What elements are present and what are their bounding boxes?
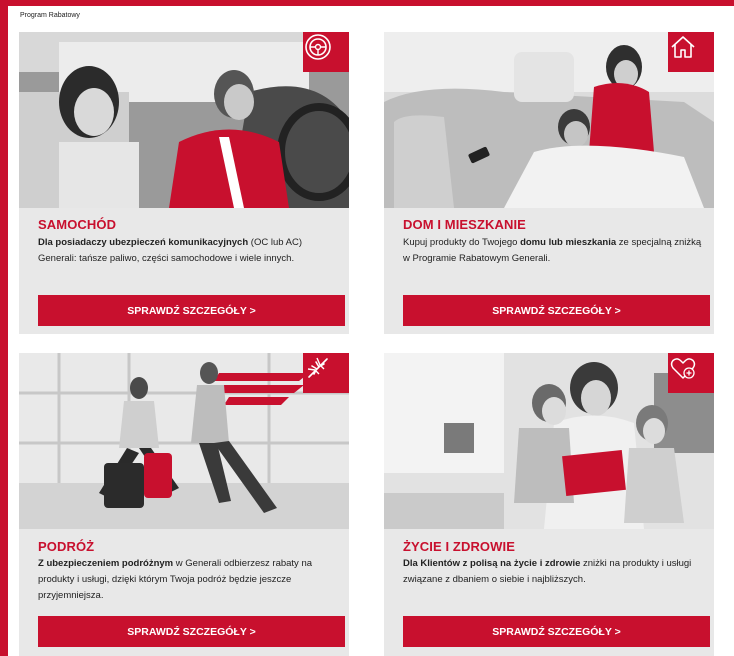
category-badge	[668, 32, 714, 72]
page-header-label: Program Rabatowy	[20, 12, 80, 19]
house-icon	[671, 36, 695, 58]
card-samochod: SAMOCHÓD Dla posiadaczy ubezpieczeń komu…	[19, 32, 349, 334]
family-photo	[384, 353, 714, 529]
card-dom-i-mieszkanie: DOM I MIESZKANIE Kupuj produkty do Twoje…	[384, 32, 714, 334]
card-title: PODRÓŻ	[38, 539, 95, 554]
airplane-icon	[307, 357, 328, 378]
card-title: ŻYCIE I ZDROWIE	[403, 539, 515, 554]
card-description: Kupuj produkty do Twojego domu lub miesz…	[403, 237, 702, 264]
card-title: DOM I MIESZKANIE	[403, 217, 526, 232]
card-title: SAMOCHÓD	[38, 217, 117, 232]
details-button[interactable]: SPRAWDŹ SZCZEGÓŁY >	[38, 295, 345, 326]
category-badge	[668, 353, 714, 393]
category-badge	[303, 32, 349, 72]
steering-wheel-icon	[305, 34, 331, 60]
details-button[interactable]: SPRAWDŹ SZCZEGÓŁY >	[403, 616, 710, 647]
card-zycie-i-zdrowie: ŻYCIE I ZDROWIE Dla Klientów z polisą na…	[384, 353, 714, 656]
details-button[interactable]: SPRAWDŹ SZCZEGÓŁY >	[38, 616, 345, 647]
details-button[interactable]: SPRAWDŹ SZCZEGÓŁY >	[403, 295, 710, 326]
category-badge	[303, 353, 349, 393]
card-description: Z ubezpieczeniem podróżnym w Generali od…	[38, 558, 313, 601]
car-photo	[19, 32, 349, 208]
home-photo	[384, 32, 714, 208]
card-description: Dla Klientów z polisą na życie i zdrowie…	[403, 558, 692, 585]
heart-plus-icon	[670, 358, 696, 379]
travel-photo	[19, 353, 349, 529]
page: Program Rabatowy SAMOCHÓD Dla posiadaczy…	[8, 6, 734, 656]
card-podroz: PODRÓŻ Z ubezpieczeniem podróżnym w Gene…	[19, 353, 349, 656]
card-description: Dla posiadaczy ubezpieczeń komunikacyjny…	[38, 237, 302, 264]
